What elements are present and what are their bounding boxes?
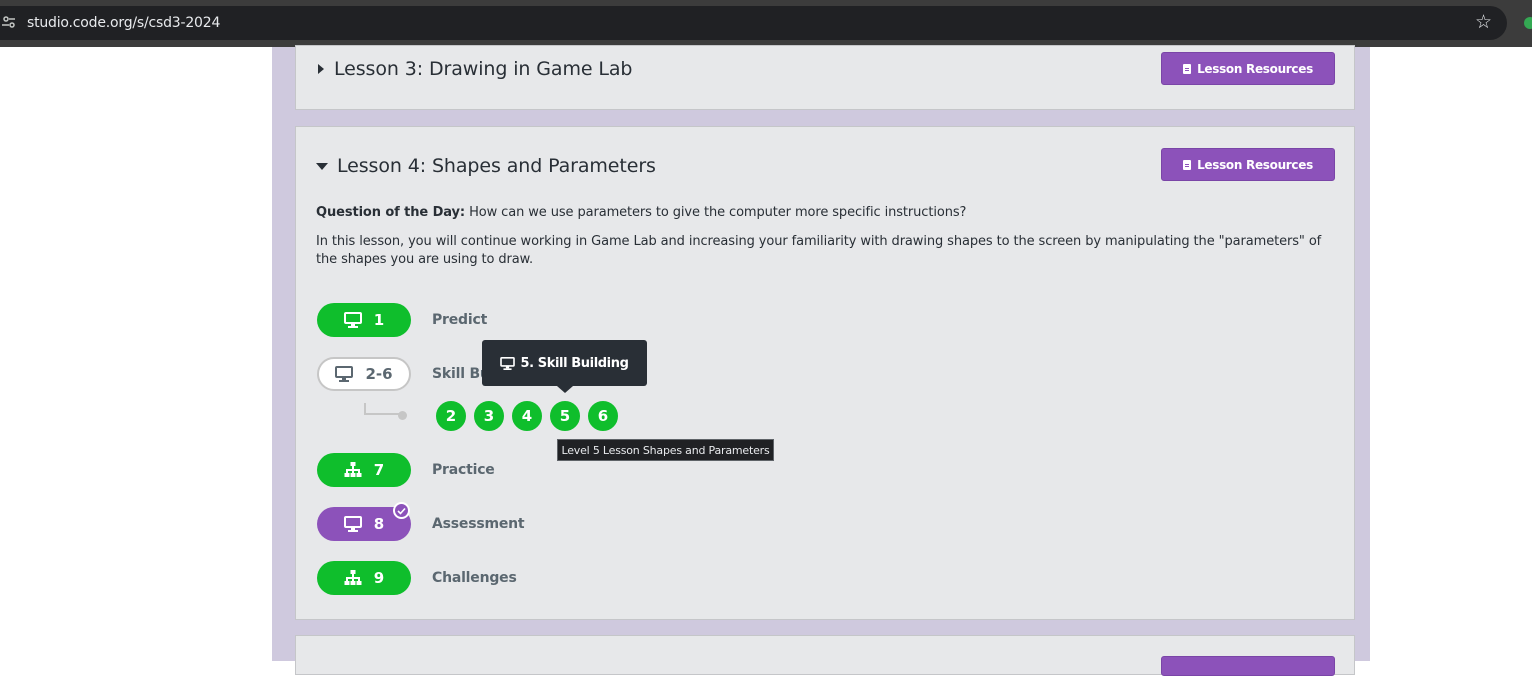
- tooltip-arrow: [557, 386, 573, 393]
- lesson-description: In this lesson, you will continue workin…: [316, 234, 1322, 267]
- check-icon: [393, 502, 410, 519]
- level-tooltip: 5. Skill Building: [482, 340, 647, 386]
- level-number: 7: [373, 461, 385, 479]
- star-icon[interactable]: ☆: [1475, 13, 1492, 32]
- level-label-7[interactable]: Practice: [432, 462, 495, 478]
- level-pill-7[interactable]: 7: [317, 453, 411, 487]
- question-of-the-day: Question of the Day: How can we use para…: [316, 205, 966, 220]
- desktop-icon: [335, 366, 354, 382]
- caret-right-icon[interactable]: [318, 64, 324, 74]
- lesson-3-title[interactable]: Lesson 3: Drawing in Game Lab: [334, 58, 632, 80]
- tooltip-title: 5. Skill Building: [520, 355, 629, 371]
- sublevel-connector-dot: [398, 411, 407, 420]
- lesson-4-resources-button[interactable]: Lesson Resources: [1161, 148, 1335, 181]
- lesson-5-card: [295, 635, 1355, 676]
- browser-toolbar: studio.code.org/s/csd3-2024 ☆: [0, 0, 1532, 47]
- sublevel-bubble-5[interactable]: 5: [548, 399, 582, 433]
- extension-icon[interactable]: [1524, 17, 1532, 29]
- sitemap-icon: [344, 462, 362, 477]
- lesson-3-card: Lesson 3: Drawing in Game Lab Lesson Res…: [295, 45, 1355, 110]
- sublevel-bubble-2[interactable]: 2: [434, 399, 468, 433]
- tune-icon[interactable]: [2, 15, 16, 29]
- lesson-3-resources-button[interactable]: Lesson Resources: [1161, 52, 1335, 85]
- sublevel-bubble-3[interactable]: 3: [472, 399, 506, 433]
- sublevel-bubble-4[interactable]: 4: [510, 399, 544, 433]
- question-text: How can we use parameters to give the co…: [469, 205, 967, 220]
- lesson-4-title[interactable]: Lesson 4: Shapes and Parameters: [337, 155, 656, 177]
- level-number: 2-6: [365, 365, 393, 383]
- level-label-9[interactable]: Challenges: [432, 570, 517, 586]
- file-icon: [1183, 159, 1192, 170]
- url-text[interactable]: studio.code.org/s/csd3-2024: [27, 15, 220, 31]
- sublevel-bubble-6[interactable]: 6: [586, 399, 620, 433]
- lesson-5-resources-button[interactable]: [1161, 656, 1335, 676]
- sitemap-icon: [344, 570, 362, 585]
- lesson-4-card: Lesson 4: Shapes and Parameters Lesson R…: [295, 126, 1355, 620]
- hover-tooltip: Level 5 Lesson Shapes and Parameters: [557, 439, 774, 461]
- desktop-icon: [343, 312, 362, 328]
- sublevel-connector: [364, 403, 400, 415]
- level-pill-9[interactable]: 9: [317, 561, 411, 595]
- question-label: Question of the Day:: [316, 205, 466, 220]
- desktop-icon: [343, 516, 362, 532]
- level-number: 8: [373, 515, 385, 533]
- desktop-icon: [500, 356, 516, 370]
- level-number: 1: [373, 311, 385, 329]
- address-bar[interactable]: [0, 6, 1507, 40]
- resources-label: Lesson Resources: [1197, 157, 1313, 172]
- level-label-8[interactable]: Assessment: [432, 516, 525, 532]
- caret-down-icon[interactable]: [316, 163, 328, 170]
- level-pill-2-6[interactable]: 2-6: [317, 357, 411, 391]
- level-number: 9: [373, 569, 385, 587]
- file-icon: [1183, 63, 1192, 74]
- level-label-1[interactable]: Predict: [432, 312, 487, 328]
- level-pill-1[interactable]: 1: [317, 303, 411, 337]
- resources-label: Lesson Resources: [1197, 61, 1313, 76]
- lesson-list: Lesson 3: Drawing in Game Lab Lesson Res…: [272, 45, 1370, 676]
